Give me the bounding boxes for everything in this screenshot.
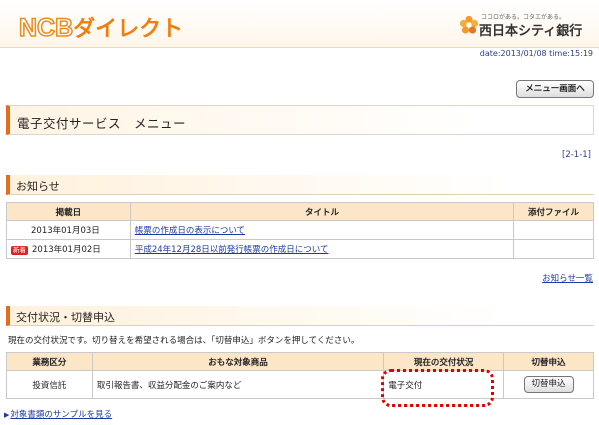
status-row: 投資信託 取引報告書、収益分配金のご案内など 電子交付 切替申込 <box>6 370 594 399</box>
status-switch-cell: 切替申込 <box>503 370 594 399</box>
column-header-attachment: 添付ファイル <box>513 202 594 221</box>
news-row: 新着 2013年01月02日 平成24年12月28日以前発行帳票の作成日について <box>6 239 594 259</box>
new-badge: 新着 <box>11 246 28 255</box>
switch-apply-button[interactable]: 切替申込 <box>523 376 574 393</box>
sample-link-text[interactable]: 対象書類のサンプルを見る <box>10 410 112 420</box>
news-list-link[interactable]: お知らせ一覧 <box>542 272 593 284</box>
news-title-link[interactable]: 平成24年12月28日以前発行帳票の作成日について <box>135 245 329 255</box>
status-table-header: 業務区分 おもな対象商品 現在の交付状況 切替申込 <box>6 352 594 371</box>
column-header-date: 掲載日 <box>6 202 131 221</box>
header: NCBダイレクト ココロがある。コタエがある。 西日本シティ銀行 <box>0 0 599 48</box>
news-date-cell: 2013年01月03日 <box>6 220 131 240</box>
sample-link[interactable]: ▶対象書類のサンプルを見る <box>4 408 112 420</box>
logo-ncb-text: NCB <box>18 13 74 43</box>
page-title: 電子交付サービス メニュー <box>17 116 187 131</box>
news-row: 2013年01月03日 帳票の作成日の表示について <box>6 220 594 240</box>
datetime: date:2013/01/08 time:15:19 <box>479 49 593 58</box>
column-header-products: おもな対象商品 <box>91 352 385 371</box>
news-date-cell: 新着 2013年01月02日 <box>6 239 131 259</box>
column-header-title: タイトル <box>129 202 515 221</box>
status-section-header: 交付状況・切替申込 <box>6 306 594 326</box>
news-date: 2013年01月03日 <box>31 226 100 236</box>
page-title-bar: 電子交付サービス メニュー <box>6 105 594 135</box>
news-table: 掲載日 タイトル 添付ファイル 2013年01月03日 帳票の作成日の表示につい… <box>6 202 594 259</box>
column-header-switch: 切替申込 <box>503 352 594 371</box>
bank-name: 西日本シティ銀行 <box>479 24 583 39</box>
news-title-cell: 帳票の作成日の表示について <box>129 220 515 240</box>
status-note: 現在の交付状況です。切り替えを希望される場合は、「切替申込」ボタンを押してくださ… <box>8 336 360 346</box>
news-date: 2013年01月02日 <box>32 245 101 255</box>
news-title-link[interactable]: 帳票の作成日の表示について <box>135 226 245 236</box>
news-section-header: お知らせ <box>6 175 594 195</box>
bank-flower-icon <box>459 15 479 34</box>
news-attachment-cell <box>513 220 594 240</box>
column-header-current-status: 現在の交付状況 <box>383 352 505 371</box>
ncb-direct-logo[interactable]: NCBダイレクト <box>18 11 184 43</box>
news-table-header: 掲載日 タイトル 添付ファイル <box>6 202 594 221</box>
column-header-category: 業務区分 <box>6 352 93 371</box>
status-table: 業務区分 おもな対象商品 現在の交付状況 切替申込 投資信託 取引報告書、収益分… <box>6 352 594 399</box>
page-code: [2-1-1] <box>562 150 591 160</box>
news-heading: お知らせ <box>16 180 60 193</box>
menu-screen-button[interactable]: メニュー画面へ <box>516 80 594 98</box>
highlight-annotation <box>381 369 494 407</box>
logo-direct-text: ダイレクト <box>73 16 184 41</box>
news-attachment-cell <box>513 239 594 259</box>
status-products: 取引報告書、収益分配金のご案内など <box>91 370 385 399</box>
news-title-cell: 平成24年12月28日以前発行帳票の作成日について <box>129 239 515 259</box>
status-category: 投資信託 <box>6 370 93 399</box>
status-heading: 交付状況・切替申込 <box>16 311 115 324</box>
arrow-right-icon: ▶ <box>4 411 10 419</box>
